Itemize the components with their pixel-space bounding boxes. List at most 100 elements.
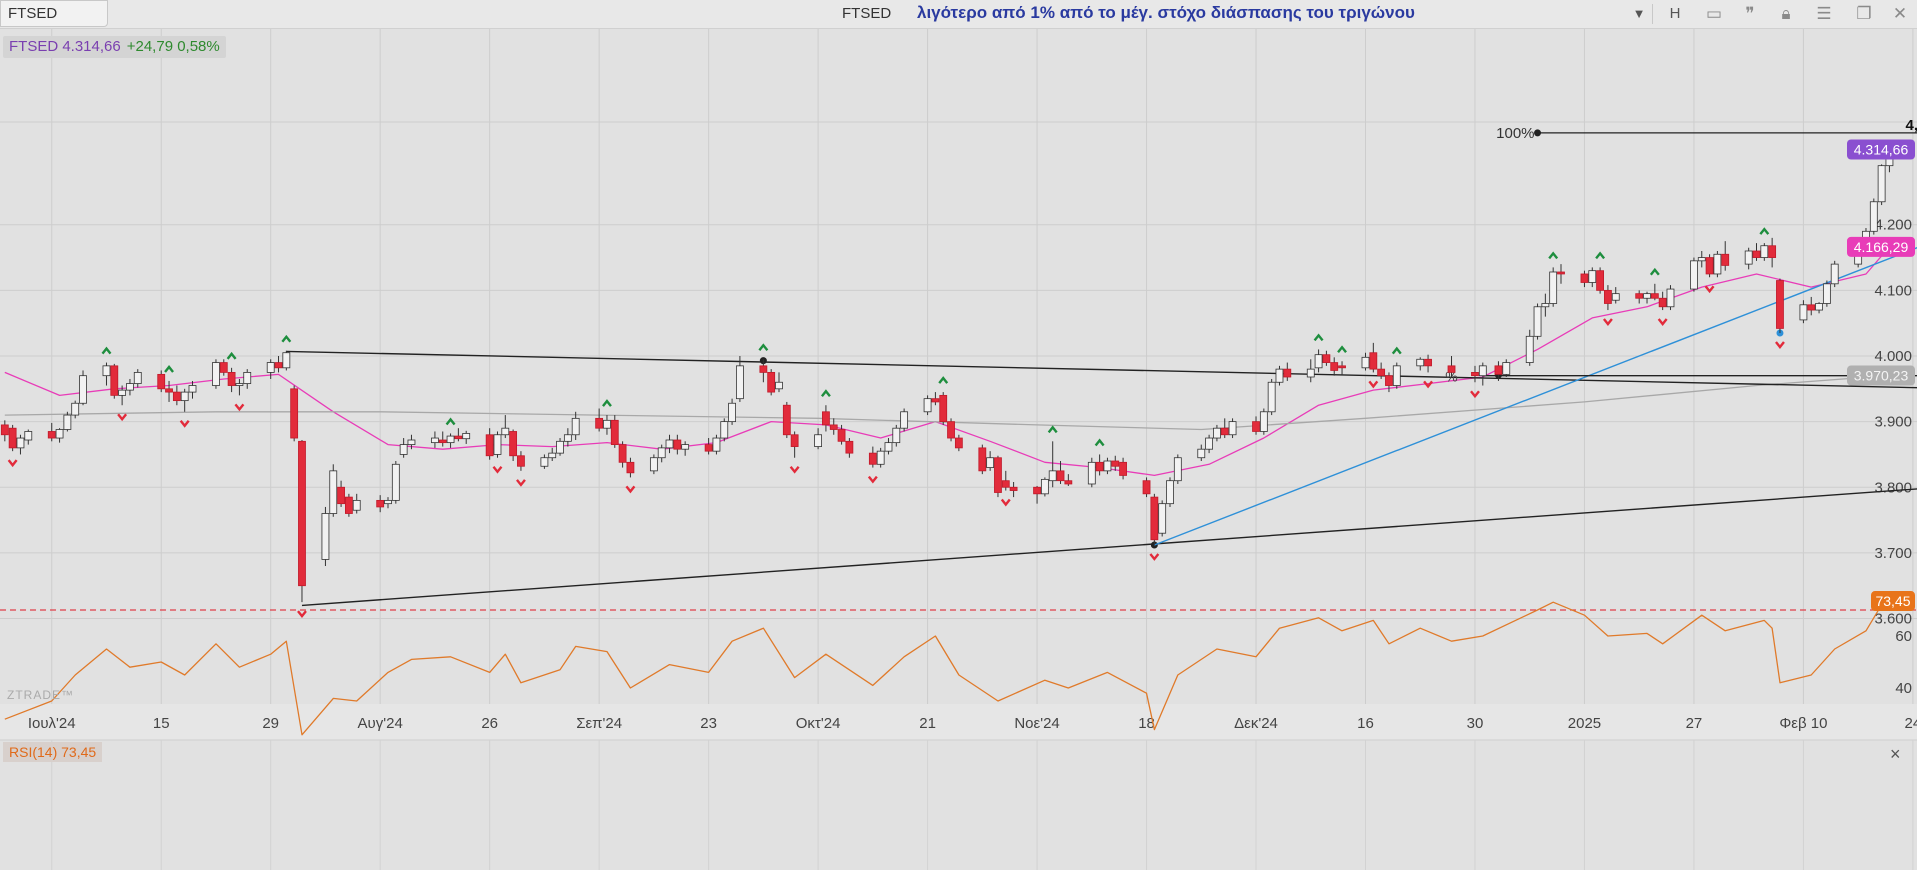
candle-down [954,437,963,449]
candle-up [493,434,502,455]
candle-up [235,383,244,386]
x-tick-label: Νοε'24 [1014,715,1059,732]
fib-label: 100% [1496,125,1534,142]
candle-down [1369,352,1378,370]
candle-up [1830,263,1839,285]
candle-down [337,486,345,505]
candle-up [1815,303,1823,311]
x-tick-label: 26 [481,715,498,732]
candle-up [775,381,783,390]
candle-up [1877,165,1886,203]
x-tick-label: Αυγ'24 [358,715,403,732]
candle-down [454,435,463,440]
candle-up [71,402,80,416]
candle-up [212,362,220,386]
candle-up [126,383,134,391]
y-tick-label: 3.900 [1874,414,1912,431]
candle-down [1001,480,1010,488]
x-tick-label: Δεκ'24 [1234,715,1278,732]
candle-down [1095,461,1104,472]
candle-up [384,499,392,505]
candle-up [431,437,439,444]
candle-up [1103,460,1112,472]
y-tick-label: 3.800 [1874,479,1912,496]
candle-down [782,404,791,436]
candle-up [540,457,549,467]
candle-down [673,439,682,450]
candle-down [1142,480,1151,495]
candle-up [118,389,127,396]
candle-up [1197,448,1206,459]
candle-up [1690,260,1698,290]
candle-up [603,419,611,429]
candle-up [1541,303,1550,308]
x-tick-label: 30 [1467,715,1484,732]
candle-up [563,434,572,442]
candle-down [790,434,799,447]
candle-up [352,499,361,511]
candle-up [1267,381,1276,413]
candle-up [1314,354,1323,369]
candle-up [1306,368,1315,378]
candle-down [517,455,525,467]
candle-up [1361,356,1370,369]
candle-down [0,424,9,436]
candle-down [626,461,635,474]
candle-down [610,419,619,446]
x-tick-label: 21 [919,715,936,732]
candle-down [110,365,119,396]
x-tick-label: 27 [1686,715,1703,732]
candle-down [274,362,283,369]
candle-up [266,362,275,373]
price-chart[interactable]: 3.600 3.700 3.800 3.900 4.000 4.100 4.200 Ιουλ'… [0,0,1917,870]
candle-up [548,452,557,459]
candle-up [720,421,729,439]
candle-up [665,439,674,449]
y-tick-label: 4.000 [1874,348,1912,365]
candle-down [1658,297,1667,308]
candle-down [8,427,17,449]
candle-up [79,375,87,404]
candle-down [1596,270,1604,291]
x-tick-label: Φεβ 10 [1779,715,1827,732]
anchor-dot [1534,129,1542,137]
candle-down [1009,486,1018,491]
candle-up [446,435,455,444]
candle-up [407,439,416,446]
candle-up [736,365,744,400]
candle-down [47,431,56,439]
price-tag-label: 4.314,66 [1854,141,1909,157]
x-tick-label: Ιουλ'24 [28,715,76,732]
candle-up [1228,421,1237,436]
candle-up [1502,362,1511,375]
x-tick-label: 2025 [1568,715,1601,732]
brand-watermark: ZTRADE™ [7,688,74,702]
close-icon[interactable]: × [1890,744,1901,765]
candle-down [1111,460,1120,467]
candle-up [1611,293,1620,301]
candle-down [1064,480,1073,485]
candle-up [814,434,822,447]
candle-up [1713,253,1722,275]
candle-up [876,450,885,465]
rsi-tick-label: 40 [1895,680,1912,697]
candle-down [376,499,385,508]
instrument-legend: FTSED 4.314,66 +24,79 0,58% [3,36,226,58]
candle-down [947,421,955,439]
candle-down [227,372,236,386]
candle-up [1416,358,1425,367]
candle-down [1721,253,1730,266]
rsi-pane [0,740,1917,870]
candle-down [1377,368,1386,377]
candle-down [1338,365,1346,369]
legend-change: +24,79 0,58% [126,38,220,55]
candle-down [1635,293,1644,299]
candle-down [1385,375,1393,386]
candle-up [329,470,338,514]
candle-down [1424,358,1432,367]
candle-up [1533,306,1542,337]
candle-up [1643,293,1651,299]
candle-down [165,388,173,393]
candle-up [1760,245,1769,258]
target-label: 4,34~ [1906,117,1917,134]
